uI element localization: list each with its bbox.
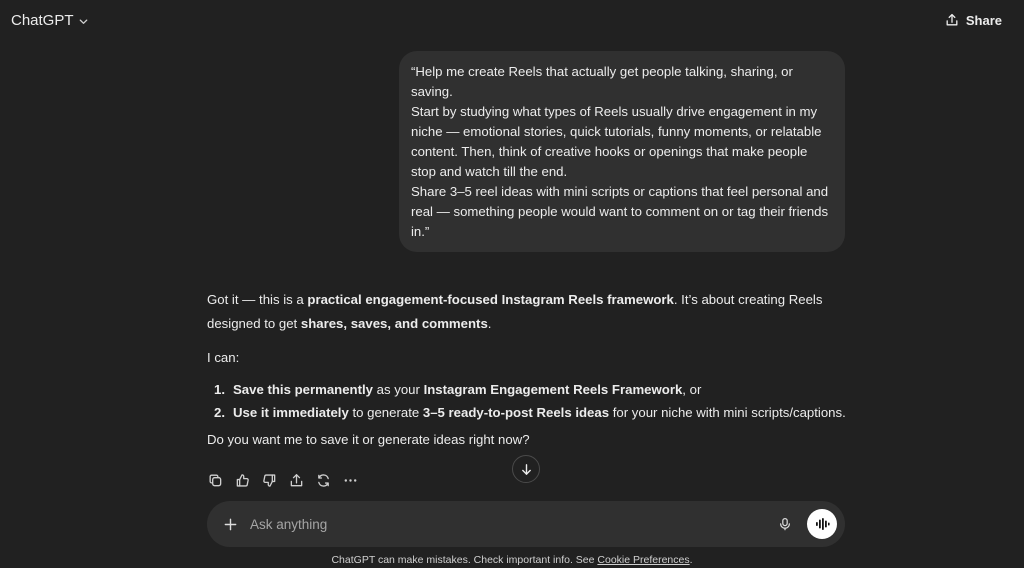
regenerate-icon (318, 473, 329, 487)
disclaimer: ChatGPT can make mistakes. Check importa… (0, 554, 1024, 566)
message-actions (205, 470, 361, 490)
share-icon (946, 13, 958, 26)
disclaimer-end: . (689, 554, 693, 566)
more-options-button[interactable] (340, 470, 361, 490)
assistant-paragraph: Got it — this is a practical engagement-… (207, 288, 847, 336)
bad-response-button[interactable] (259, 470, 280, 490)
scroll-to-bottom-button[interactable] (512, 455, 540, 483)
share-icon (290, 473, 303, 486)
voice-mode-button[interactable] (807, 509, 837, 539)
bold-run: Instagram Engagement Reels Framework (423, 382, 683, 397)
add-attachment-button[interactable] (221, 515, 239, 533)
model-label: ChatGPT (11, 11, 74, 29)
cookie-preferences-link[interactable]: Cookie Preferences (597, 554, 689, 566)
list-number: 1. (214, 382, 225, 397)
bold-run: shares, saves, and comments (300, 316, 488, 331)
share-label: Share (965, 12, 1002, 28)
user-message-bubble: “Help me create Reels that actually get … (399, 51, 845, 252)
text-run: for your niche with mini scripts/caption… (609, 405, 846, 420)
bold-run: Save this permanently (233, 382, 373, 397)
assistant-paragraph: Do you want me to save it or generate id… (207, 432, 530, 447)
bold-run: practical engagement-focused Instagram R… (307, 292, 674, 307)
share-button[interactable]: Share (933, 8, 1014, 33)
dictate-button[interactable] (771, 510, 799, 538)
disclaimer-text: ChatGPT can make mistakes. Check importa… (331, 554, 598, 566)
message-composer (207, 501, 845, 547)
list-text: Use it immediately to generate 3–5 ready… (233, 401, 846, 424)
regenerate-button[interactable] (313, 470, 334, 490)
copy-button[interactable] (205, 470, 226, 490)
text-run: , or (682, 382, 702, 397)
user-message-line: “Help me create Reels that actually get … (411, 64, 793, 99)
share-response-button[interactable] (286, 470, 307, 490)
voice-waveform-icon (816, 518, 830, 530)
text-run: Got it — this is a (207, 292, 308, 307)
text-run: as your (373, 382, 424, 397)
text-run: . (487, 316, 492, 331)
bold-run: 3–5 ready-to-post Reels ideas (422, 405, 610, 420)
prompt-input[interactable] (250, 516, 771, 532)
assistant-paragraph: I can: (207, 350, 240, 365)
assistant-message: Got it — this is a practical engagement-… (207, 288, 847, 452)
list-item: 1. Save this permanently as your Instagr… (207, 378, 847, 401)
more-icon (344, 478, 357, 482)
text-run: to generate (348, 405, 423, 420)
copy-icon (209, 474, 222, 486)
top-bar: ChatGPT Share (0, 0, 1024, 40)
list-item: 2. Use it immediately to generate 3–5 re… (207, 401, 847, 424)
model-selector[interactable]: ChatGPT (11, 5, 89, 35)
chevron-down-icon (79, 18, 87, 24)
list-number: 2. (214, 405, 225, 420)
good-response-button[interactable] (232, 470, 253, 490)
bold-run: Use it immediately (233, 405, 349, 420)
thumbs-up-icon (236, 473, 249, 487)
thumbs-down-icon (263, 473, 276, 487)
chat-page: ChatGPT Share “Help me create Reels that… (0, 0, 1024, 568)
user-message-line: Start by studying what types of Reels us… (411, 104, 822, 179)
arrow-down-icon (521, 463, 531, 475)
plus-icon (224, 518, 236, 530)
user-message-line: Share 3–5 reel ideas with mini scripts o… (411, 184, 829, 239)
microphone-icon (780, 517, 790, 531)
list-text: Save this permanently as your Instagram … (233, 378, 701, 401)
options-list: 1. Save this permanently as your Instagr… (207, 378, 847, 424)
